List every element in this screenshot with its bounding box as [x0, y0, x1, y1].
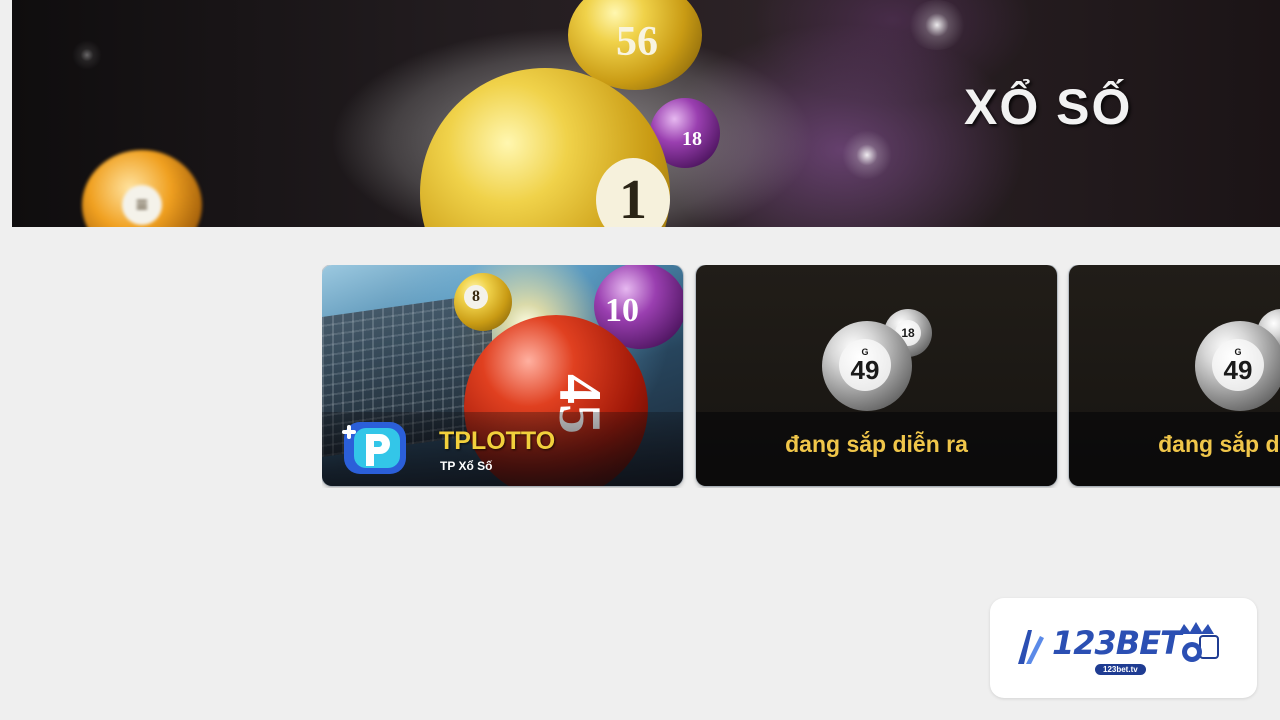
sparkle-decoration: [907, 0, 967, 50]
ball-18-number: 18: [682, 127, 702, 150]
sparkle-decoration: [72, 40, 102, 70]
orange-ball-image: ≡: [82, 150, 202, 227]
hero-banner: ≡ 56 18 1 XỔ SỐ: [12, 0, 1280, 227]
brand-watermark: 123BET 123bet.tv: [990, 598, 1257, 698]
bingo-ball-image: G 49: [822, 321, 912, 411]
crown-dice-icon: [1178, 622, 1219, 662]
coming-soon-label: đang sắp diễn ra: [785, 431, 968, 457]
brand-url: 123bet.tv: [1095, 664, 1146, 675]
ball-10-number: 10: [605, 292, 639, 329]
game-card-tplotto[interactable]: 8 10 45 TPLOTTO TP Xổ Số: [322, 265, 683, 486]
ball-1-number: 1: [596, 158, 670, 227]
bingo-ball-number: 49: [1223, 354, 1253, 385]
game-card-coming-soon[interactable]: 18 G 49 đang sắp diễn ra: [696, 265, 1057, 486]
brand-name: 123BET: [1052, 624, 1182, 662]
game-card-coming-soon[interactable]: G 49 đang sắp diễn ra: [1069, 265, 1280, 486]
ball-8-number: 8: [464, 285, 488, 309]
bingo-ball-number: 49: [850, 354, 880, 385]
brand-wing-icon: [1018, 630, 1044, 664]
tplotto-logo-icon: [342, 422, 406, 474]
game-subtitle: TP Xổ Số: [440, 459, 493, 473]
bingo-ball-face: G 49: [839, 339, 891, 391]
bingo-ball-image: G 49: [1195, 321, 1280, 411]
hero-title: XỔ SỐ: [964, 79, 1133, 135]
game-card-list: 8 10 45 TPLOTTO TP Xổ Số 18 G 49 đang sắ…: [322, 265, 1280, 488]
coming-soon-label: đang sắp diễn ra: [1158, 431, 1280, 457]
ball-56-number: 56: [616, 19, 658, 65]
game-title: TPLOTTO: [439, 427, 556, 455]
ball-8-image: 8: [454, 273, 512, 331]
bingo-ball-face: G 49: [1212, 339, 1264, 391]
